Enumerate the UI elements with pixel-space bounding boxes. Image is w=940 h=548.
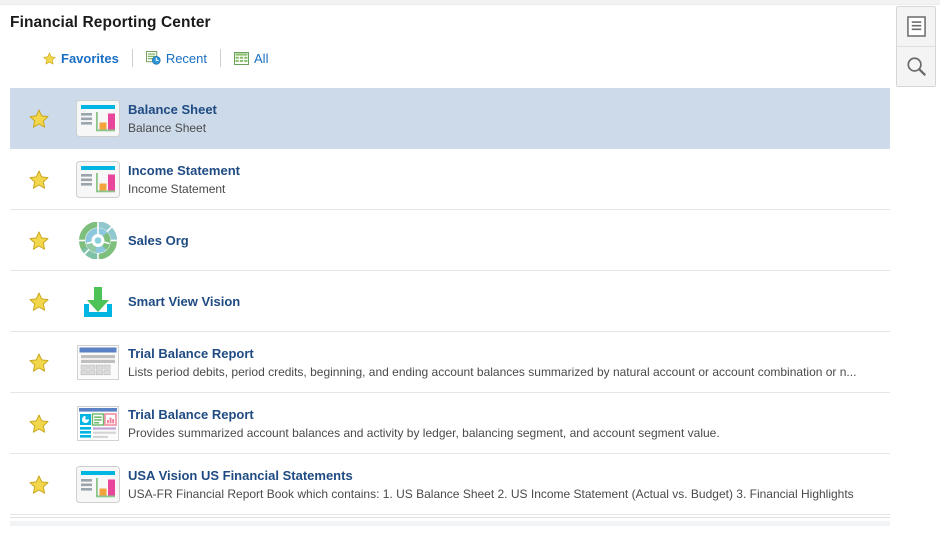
favorite-toggle[interactable] — [10, 292, 68, 311]
item-title[interactable]: Trial Balance Report — [128, 406, 882, 423]
report-bar-chart-icon — [76, 99, 120, 137]
list-item[interactable]: Trial Balance Report Lists period debits… — [10, 332, 890, 393]
item-description: Lists period debits, period credits, beg… — [128, 364, 857, 379]
favorite-toggle[interactable] — [10, 353, 68, 372]
list-item[interactable]: Sales Org — [10, 210, 890, 271]
report-bar-chart-icon — [76, 465, 120, 503]
favorite-toggle[interactable] — [10, 231, 68, 250]
item-title[interactable]: Sales Org — [128, 232, 882, 249]
item-text: USA Vision US Financial Statements USA-F… — [128, 467, 890, 502]
item-icon-cell — [68, 99, 128, 137]
tab-favorites[interactable]: Favorites — [30, 47, 132, 69]
favorite-toggle[interactable] — [10, 170, 68, 189]
favorite-toggle[interactable] — [10, 475, 68, 494]
item-description: Provides summarized account balances and… — [128, 425, 720, 440]
item-text: Sales Org — [128, 232, 890, 249]
star-icon — [29, 475, 49, 494]
sunburst-donut-chart-icon — [76, 221, 120, 259]
item-icon-cell — [68, 221, 128, 259]
list-item[interactable]: Balance Sheet Balance Sheet — [10, 88, 890, 149]
item-text: Trial Balance Report Lists period debits… — [128, 345, 890, 380]
item-title[interactable]: Balance Sheet — [128, 101, 882, 118]
search-button[interactable] — [897, 46, 935, 86]
item-title[interactable]: Income Statement — [128, 162, 882, 179]
top-edge-strip — [0, 0, 940, 5]
report-list: Balance Sheet Balance Sheet Income State… — [10, 88, 890, 515]
list-item[interactable]: Income Statement Income Statement — [10, 149, 890, 210]
item-text: Income Statement Income Statement — [128, 162, 890, 197]
item-title[interactable]: USA Vision US Financial Statements — [128, 467, 882, 484]
grid-table-icon — [234, 51, 249, 65]
item-icon-cell — [68, 465, 128, 503]
star-icon — [29, 353, 49, 372]
side-rail — [896, 6, 936, 87]
search-icon — [906, 56, 927, 77]
star-icon — [43, 52, 56, 65]
item-text: Trial Balance Report Provides summarized… — [128, 406, 890, 441]
item-icon-cell — [68, 405, 128, 442]
tab-all-label: All — [254, 50, 269, 66]
star-icon — [29, 292, 49, 311]
item-title[interactable]: Smart View Vision — [128, 293, 882, 310]
star-icon — [29, 170, 49, 189]
favorite-toggle[interactable] — [10, 109, 68, 128]
item-icon-cell — [68, 344, 128, 381]
bottom-band — [10, 521, 890, 526]
tab-recent-label: Recent — [165, 50, 208, 66]
document-list-button[interactable] — [897, 7, 935, 46]
item-icon-cell — [68, 160, 128, 198]
item-text: Balance Sheet Balance Sheet — [128, 101, 890, 136]
report-bar-chart-icon — [76, 160, 120, 198]
star-icon — [29, 231, 49, 250]
star-icon — [29, 414, 49, 433]
tab-recent[interactable]: Recent — [133, 47, 220, 69]
page-title: Financial Reporting Center — [10, 14, 211, 31]
favorite-toggle[interactable] — [10, 414, 68, 433]
bottom-divider — [10, 517, 890, 518]
recent-clock-icon — [145, 51, 161, 65]
item-title[interactable]: Trial Balance Report — [128, 345, 882, 362]
document-list-icon — [906, 16, 926, 37]
tab-favorites-label: Favorites — [61, 50, 119, 66]
item-icon-cell — [68, 283, 128, 320]
item-text: Smart View Vision — [128, 293, 890, 310]
spreadsheet-table-icon — [76, 344, 120, 381]
tab-bar: Favorites Recent All — [30, 46, 281, 70]
dashboard-panels-icon — [76, 405, 120, 442]
item-description: Income Statement — [128, 181, 226, 196]
list-item[interactable]: Smart View Vision — [10, 271, 890, 332]
item-description: Balance Sheet — [128, 120, 207, 135]
tab-all[interactable]: All — [221, 47, 281, 69]
star-icon — [29, 109, 49, 128]
download-arrow-icon — [76, 283, 120, 320]
item-description: USA-FR Financial Report Book which conta… — [128, 486, 854, 501]
list-item[interactable]: Trial Balance Report Provides summarized… — [10, 393, 890, 454]
list-item[interactable]: USA Vision US Financial Statements USA-F… — [10, 454, 890, 515]
